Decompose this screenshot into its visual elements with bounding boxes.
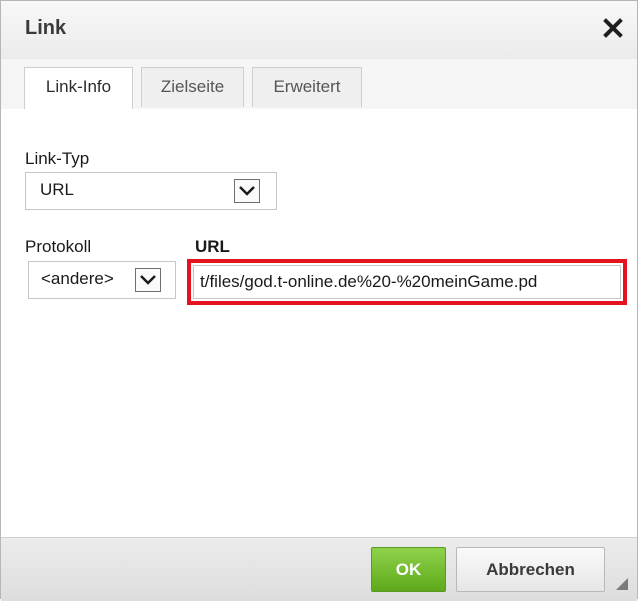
url-label: URL	[195, 237, 230, 256]
protocol-label: Protokoll	[25, 237, 92, 256]
tab-link-info[interactable]: Link-Info	[24, 67, 133, 110]
ok-button[interactable]: OK	[371, 547, 446, 592]
dialog-footer: OK Abbrechen	[1, 537, 637, 601]
tab-bar: Link-Info Zielseite Erweitert	[1, 59, 637, 110]
tab-content-link-info: Link-Typ URL Protokoll <andere> URL t/fi…	[1, 109, 637, 537]
protocol-value: <andere>	[41, 269, 114, 288]
dialog-titlebar[interactable]: Link	[1, 1, 637, 60]
tab-link-info-label: Link-Info	[45, 77, 112, 96]
url-input[interactable]: t/files/god.t-online.de%20-%20meinGame.p…	[193, 265, 621, 299]
tab-zielseite-label: Zielseite	[160, 77, 225, 96]
url-highlight-box: t/files/god.t-online.de%20-%20meinGame.p…	[187, 259, 627, 305]
tab-zielseite[interactable]: Zielseite	[141, 67, 244, 107]
chevron-down-icon[interactable]	[135, 268, 161, 292]
tab-erweitert[interactable]: Erweitert	[252, 67, 362, 107]
link-type-select[interactable]: URL	[25, 172, 277, 210]
resize-handle-icon[interactable]	[616, 578, 628, 590]
dialog-title: Link	[25, 17, 67, 39]
cancel-button[interactable]: Abbrechen	[456, 547, 605, 592]
tab-erweitert-label: Erweitert	[273, 77, 341, 96]
close-icon[interactable]	[598, 13, 628, 43]
link-type-label: Link-Typ	[25, 149, 90, 168]
link-type-value: URL	[40, 180, 75, 199]
chevron-down-icon[interactable]	[234, 179, 260, 203]
protocol-select[interactable]: <andere>	[28, 261, 176, 299]
link-dialog: Link Link-Info Zielseite Erweitert Link-…	[0, 0, 638, 601]
